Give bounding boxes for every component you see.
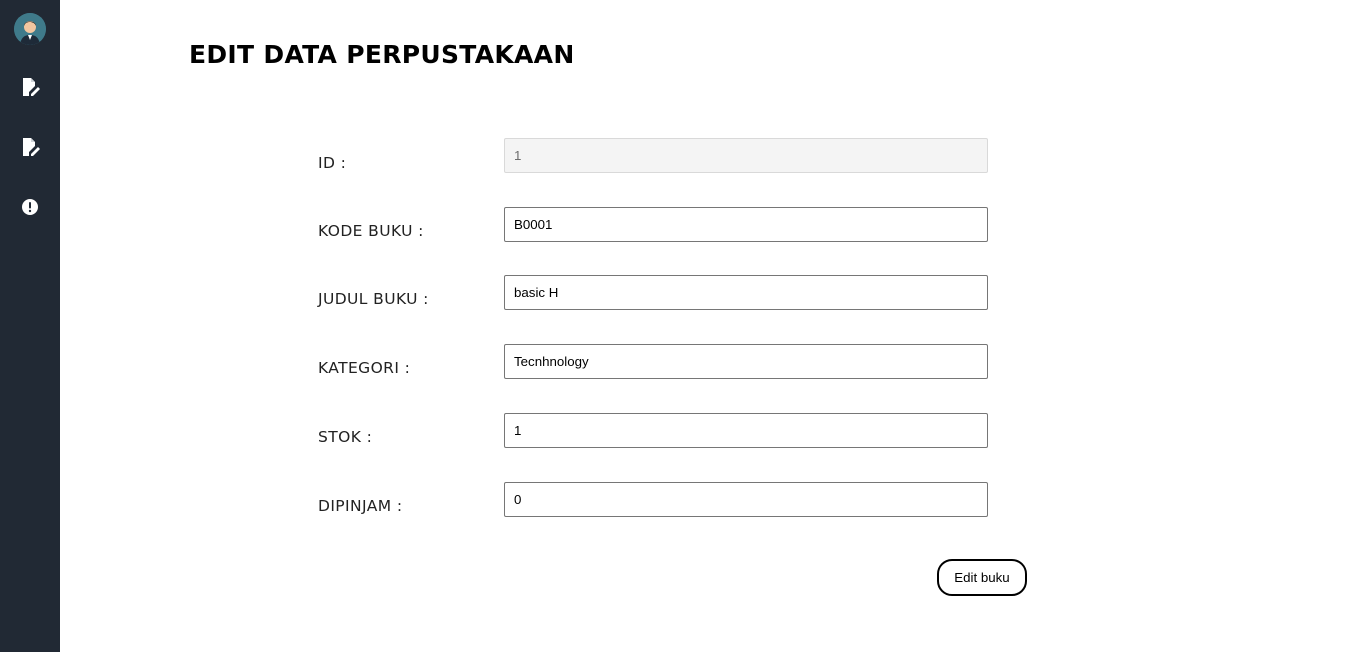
judul-buku-input[interactable] bbox=[504, 275, 988, 310]
kode-buku-label: KODE BUKU : bbox=[318, 222, 424, 240]
kategori-label: KATEGORI : bbox=[318, 359, 411, 377]
stok-input[interactable] bbox=[504, 413, 988, 448]
page-title: EDIT DATA PERPUSTAKAAN bbox=[189, 40, 575, 69]
id-label: ID : bbox=[318, 154, 347, 172]
sidebar bbox=[0, 0, 60, 652]
judul-buku-label: JUDUL BUKU : bbox=[318, 290, 429, 308]
dipinjam-input[interactable] bbox=[504, 482, 988, 517]
kode-buku-input[interactable] bbox=[504, 207, 988, 242]
stok-label: STOK : bbox=[318, 428, 373, 446]
edit-document-icon[interactable] bbox=[18, 75, 42, 99]
id-field bbox=[504, 138, 988, 173]
alert-circle-icon[interactable] bbox=[18, 195, 42, 219]
edit-document-icon[interactable] bbox=[18, 135, 42, 159]
dipinjam-label: DIPINJAM : bbox=[318, 497, 403, 515]
user-avatar-icon[interactable] bbox=[14, 13, 46, 45]
kategori-input[interactable] bbox=[504, 344, 988, 379]
edit-buku-button[interactable]: Edit buku bbox=[937, 559, 1027, 596]
